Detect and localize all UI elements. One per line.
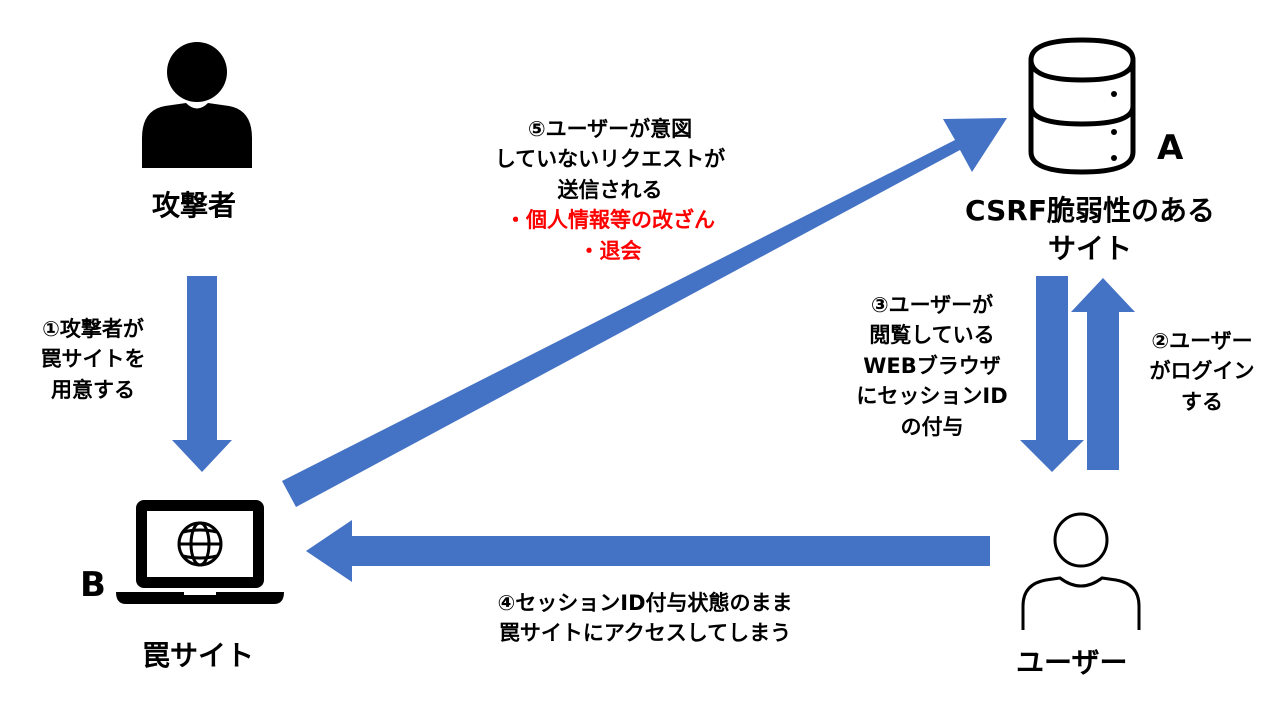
arrow-step1-down <box>172 276 232 472</box>
person-filled-icon <box>142 42 252 168</box>
person-outline-icon <box>1021 512 1141 630</box>
step3-text: ③ユーザーが 閲覧している WEBブラウザ にセッションID の付与 <box>856 293 1008 439</box>
arrow-step4-left <box>306 520 990 582</box>
user-label: ユーザー <box>1016 646 1128 679</box>
step2-text: ②ユーザー がログイン する <box>1149 329 1255 414</box>
database-icon <box>1028 37 1136 175</box>
laptop-globe-icon <box>116 500 284 604</box>
step5-effect-tamper: ・個人情報等の改ざん <box>505 208 715 233</box>
step1-text: ①攻撃者が 罠サイトを 用意する <box>40 317 146 402</box>
vulnerable-site-label: CSRF脆弱性のある サイト <box>965 194 1215 265</box>
site-a-marker: A <box>1157 128 1184 168</box>
step4-text: ④セッションID付与状態のまま 罠サイトにアクセスしてしまう <box>497 591 793 646</box>
trap-site-label: 罠サイト <box>142 639 255 672</box>
step5-text: ⑤ユーザーが意図 していないリクエストが 送信される ・個人情報等の改ざん ・退… <box>440 114 780 266</box>
site-b-marker: B <box>80 565 106 605</box>
step5-effect-withdraw: ・退会 <box>578 238 642 263</box>
attacker-label: 攻撃者 <box>152 189 237 222</box>
